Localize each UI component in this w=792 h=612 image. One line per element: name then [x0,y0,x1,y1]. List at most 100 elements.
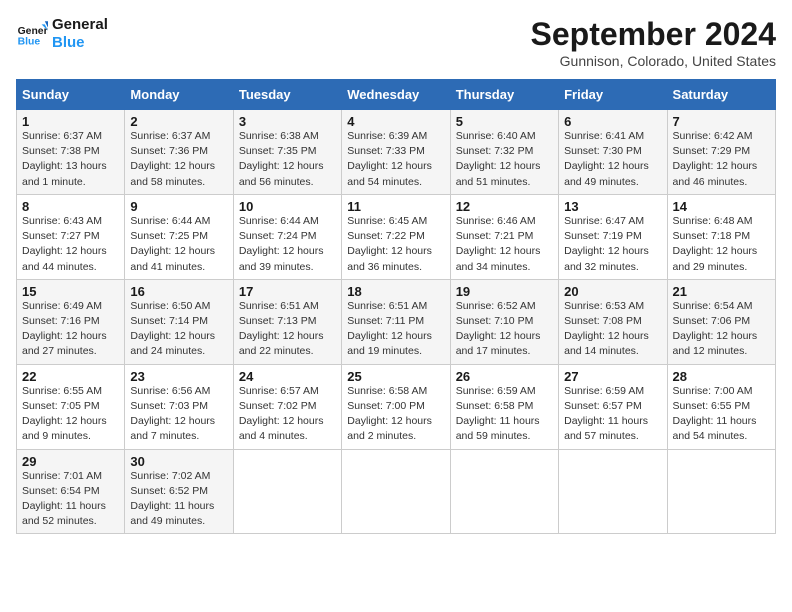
day-detail: Sunrise: 6:38 AMSunset: 7:35 PMDaylight:… [239,129,336,190]
calendar-day-26: 26Sunrise: 6:59 AMSunset: 6:58 PMDayligh… [450,364,558,449]
calendar-day-7: 7Sunrise: 6:42 AMSunset: 7:29 PMDaylight… [667,110,775,195]
day-detail: Sunrise: 6:46 AMSunset: 7:21 PMDaylight:… [456,214,553,275]
col-header-friday: Friday [559,80,667,110]
day-detail: Sunrise: 6:57 AMSunset: 7:02 PMDaylight:… [239,384,336,445]
day-detail: Sunrise: 6:55 AMSunset: 7:05 PMDaylight:… [22,384,119,445]
day-detail: Sunrise: 6:40 AMSunset: 7:32 PMDaylight:… [456,129,553,190]
day-number: 11 [347,199,444,214]
calendar-day-23: 23Sunrise: 6:56 AMSunset: 7:03 PMDayligh… [125,364,233,449]
calendar-day-19: 19Sunrise: 6:52 AMSunset: 7:10 PMDayligh… [450,279,558,364]
calendar-week-2: 8Sunrise: 6:43 AMSunset: 7:27 PMDaylight… [17,194,776,279]
day-number: 21 [673,284,770,299]
day-number: 8 [22,199,119,214]
calendar-day-6: 6Sunrise: 6:41 AMSunset: 7:30 PMDaylight… [559,110,667,195]
calendar-week-4: 22Sunrise: 6:55 AMSunset: 7:05 PMDayligh… [17,364,776,449]
calendar-day-2: 2Sunrise: 6:37 AMSunset: 7:36 PMDaylight… [125,110,233,195]
day-detail: Sunrise: 6:47 AMSunset: 7:19 PMDaylight:… [564,214,661,275]
logo-icon: General Blue [16,18,48,50]
day-number: 24 [239,369,336,384]
empty-cell [667,449,775,534]
day-number: 20 [564,284,661,299]
logo-general: General [52,16,108,34]
day-detail: Sunrise: 6:37 AMSunset: 7:38 PMDaylight:… [22,129,119,190]
col-header-thursday: Thursday [450,80,558,110]
calendar-day-15: 15Sunrise: 6:49 AMSunset: 7:16 PMDayligh… [17,279,125,364]
day-number: 3 [239,114,336,129]
calendar-day-17: 17Sunrise: 6:51 AMSunset: 7:13 PMDayligh… [233,279,341,364]
calendar-day-12: 12Sunrise: 6:46 AMSunset: 7:21 PMDayligh… [450,194,558,279]
day-detail: Sunrise: 6:39 AMSunset: 7:33 PMDaylight:… [347,129,444,190]
calendar-day-11: 11Sunrise: 6:45 AMSunset: 7:22 PMDayligh… [342,194,450,279]
day-number: 2 [130,114,227,129]
calendar-day-5: 5Sunrise: 6:40 AMSunset: 7:32 PMDaylight… [450,110,558,195]
calendar-day-22: 22Sunrise: 6:55 AMSunset: 7:05 PMDayligh… [17,364,125,449]
day-detail: Sunrise: 7:01 AMSunset: 6:54 PMDaylight:… [22,469,119,530]
calendar-day-10: 10Sunrise: 6:44 AMSunset: 7:24 PMDayligh… [233,194,341,279]
calendar-day-8: 8Sunrise: 6:43 AMSunset: 7:27 PMDaylight… [17,194,125,279]
day-detail: Sunrise: 6:56 AMSunset: 7:03 PMDaylight:… [130,384,227,445]
day-number: 26 [456,369,553,384]
day-number: 9 [130,199,227,214]
calendar-day-18: 18Sunrise: 6:51 AMSunset: 7:11 PMDayligh… [342,279,450,364]
day-number: 18 [347,284,444,299]
calendar-day-25: 25Sunrise: 6:58 AMSunset: 7:00 PMDayligh… [342,364,450,449]
empty-cell [233,449,341,534]
empty-cell [559,449,667,534]
day-detail: Sunrise: 6:52 AMSunset: 7:10 PMDaylight:… [456,299,553,360]
day-number: 5 [456,114,553,129]
day-detail: Sunrise: 6:50 AMSunset: 7:14 PMDaylight:… [130,299,227,360]
day-detail: Sunrise: 6:59 AMSunset: 6:58 PMDaylight:… [456,384,553,445]
day-detail: Sunrise: 6:43 AMSunset: 7:27 PMDaylight:… [22,214,119,275]
day-number: 6 [564,114,661,129]
day-detail: Sunrise: 6:51 AMSunset: 7:11 PMDaylight:… [347,299,444,360]
col-header-sunday: Sunday [17,80,125,110]
subtitle: Gunnison, Colorado, United States [531,53,776,69]
day-number: 4 [347,114,444,129]
svg-text:General: General [18,26,48,37]
day-number: 22 [22,369,119,384]
main-title: September 2024 [531,16,776,53]
day-number: 25 [347,369,444,384]
day-number: 15 [22,284,119,299]
day-number: 7 [673,114,770,129]
page-header: General Blue General Blue September 2024… [16,16,776,69]
day-detail: Sunrise: 6:58 AMSunset: 7:00 PMDaylight:… [347,384,444,445]
day-detail: Sunrise: 6:48 AMSunset: 7:18 PMDaylight:… [673,214,770,275]
logo-blue: Blue [52,34,108,52]
title-block: September 2024 Gunnison, Colorado, Unite… [531,16,776,69]
day-number: 12 [456,199,553,214]
day-number: 19 [456,284,553,299]
calendar-week-3: 15Sunrise: 6:49 AMSunset: 7:16 PMDayligh… [17,279,776,364]
calendar-day-20: 20Sunrise: 6:53 AMSunset: 7:08 PMDayligh… [559,279,667,364]
calendar-day-24: 24Sunrise: 6:57 AMSunset: 7:02 PMDayligh… [233,364,341,449]
calendar-day-21: 21Sunrise: 6:54 AMSunset: 7:06 PMDayligh… [667,279,775,364]
calendar-day-4: 4Sunrise: 6:39 AMSunset: 7:33 PMDaylight… [342,110,450,195]
day-detail: Sunrise: 7:00 AMSunset: 6:55 PMDaylight:… [673,384,770,445]
day-number: 17 [239,284,336,299]
day-number: 1 [22,114,119,129]
day-number: 29 [22,454,119,469]
col-header-monday: Monday [125,80,233,110]
day-detail: Sunrise: 6:51 AMSunset: 7:13 PMDaylight:… [239,299,336,360]
day-detail: Sunrise: 6:44 AMSunset: 7:25 PMDaylight:… [130,214,227,275]
day-detail: Sunrise: 6:37 AMSunset: 7:36 PMDaylight:… [130,129,227,190]
day-detail: Sunrise: 6:41 AMSunset: 7:30 PMDaylight:… [564,129,661,190]
calendar-table: SundayMondayTuesdayWednesdayThursdayFrid… [16,79,776,534]
day-number: 16 [130,284,227,299]
calendar-week-5: 29Sunrise: 7:01 AMSunset: 6:54 PMDayligh… [17,449,776,534]
logo: General Blue General Blue [16,16,108,52]
day-number: 27 [564,369,661,384]
calendar-day-28: 28Sunrise: 7:00 AMSunset: 6:55 PMDayligh… [667,364,775,449]
col-header-tuesday: Tuesday [233,80,341,110]
empty-cell [342,449,450,534]
day-detail: Sunrise: 6:44 AMSunset: 7:24 PMDaylight:… [239,214,336,275]
calendar-day-14: 14Sunrise: 6:48 AMSunset: 7:18 PMDayligh… [667,194,775,279]
day-detail: Sunrise: 6:49 AMSunset: 7:16 PMDaylight:… [22,299,119,360]
day-number: 23 [130,369,227,384]
calendar-week-1: 1Sunrise: 6:37 AMSunset: 7:38 PMDaylight… [17,110,776,195]
calendar-day-29: 29Sunrise: 7:01 AMSunset: 6:54 PMDayligh… [17,449,125,534]
day-detail: Sunrise: 6:54 AMSunset: 7:06 PMDaylight:… [673,299,770,360]
calendar-day-9: 9Sunrise: 6:44 AMSunset: 7:25 PMDaylight… [125,194,233,279]
calendar-day-30: 30Sunrise: 7:02 AMSunset: 6:52 PMDayligh… [125,449,233,534]
col-header-saturday: Saturday [667,80,775,110]
